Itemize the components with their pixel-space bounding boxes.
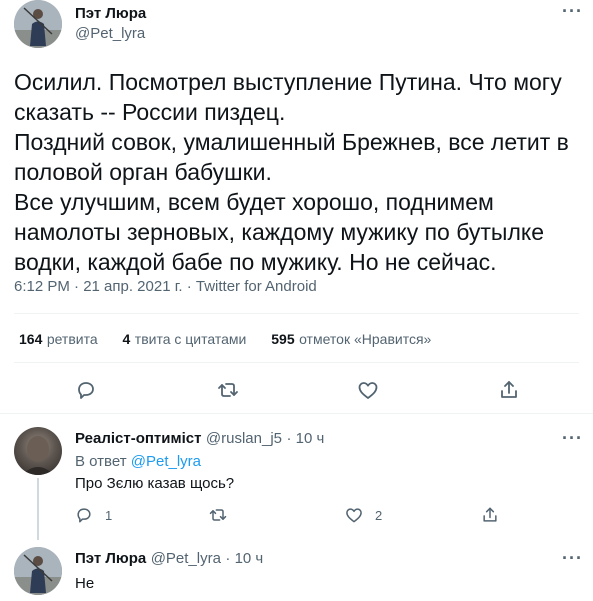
tweet-timestamp[interactable]: 6:12 PM · 21 апр. 2021 г. · Twitter for … xyxy=(14,278,317,295)
reply-time[interactable]: · 10 ч xyxy=(225,550,263,567)
reply-count: 1 xyxy=(105,507,113,523)
tweet-line: Все улучшим, всем будет хорошо, поднимем xyxy=(14,189,494,215)
reply-icon xyxy=(77,508,91,523)
reply-time[interactable]: · 10 ч xyxy=(286,430,324,447)
retweet-icon xyxy=(209,509,227,521)
tweet-line: половой орган бабушки. xyxy=(14,159,272,185)
tweet-line: сказать -- России пиздец. xyxy=(14,99,286,125)
author-handle[interactable]: @Pet_lyra xyxy=(75,25,145,42)
likes-label: отметок «Нравится» xyxy=(299,331,432,347)
reply-reply-button[interactable]: 1 xyxy=(74,505,112,525)
more-options-icon[interactable]: ··· xyxy=(562,549,583,567)
share-icon xyxy=(483,507,497,522)
reply-retweet-button[interactable] xyxy=(208,505,236,525)
like-count: 2 xyxy=(375,507,383,523)
likes-stat[interactable]: 595 отметок «Нравится» xyxy=(271,331,431,348)
author-avatar[interactable] xyxy=(14,0,62,48)
reply-icon xyxy=(78,382,94,399)
like-button[interactable] xyxy=(356,378,380,407)
reply-header: Реаліст-оптиміст @ruslan_j5 · 10 ч xyxy=(75,430,324,448)
tweet-line: водки, каждой бабе по мужику. Но не сейч… xyxy=(14,249,497,275)
quotes-label: твита с цитатами xyxy=(134,331,247,347)
reply-author-avatar[interactable] xyxy=(14,547,62,595)
retweet-button[interactable] xyxy=(216,378,240,407)
divider xyxy=(0,413,593,414)
reply-author-name[interactable]: Реаліст-оптиміст xyxy=(75,430,201,447)
share-button[interactable] xyxy=(497,378,521,407)
retweets-count: 164 xyxy=(19,331,43,347)
divider xyxy=(14,313,579,314)
reply-author-avatar[interactable] xyxy=(14,427,62,475)
tweet-line: Осилил. Посмотрел выступление Путина. Чт… xyxy=(14,69,562,95)
quotes-count: 4 xyxy=(122,331,131,347)
reply-button[interactable] xyxy=(74,378,98,407)
retweet-icon xyxy=(218,383,238,397)
quotes-stat[interactable]: 4 твита с цитатами xyxy=(123,331,251,348)
tweet-line: Поздний совок, умалишенный Брежнев, все … xyxy=(14,129,569,155)
reply-author-handle[interactable]: @Pet_lyra xyxy=(151,550,221,567)
reply-author-name[interactable]: Пэт Люра xyxy=(75,550,146,567)
like-icon xyxy=(358,382,378,399)
reply-text: Не xyxy=(75,575,95,592)
reply-author-handle[interactable]: @ruslan_j5 xyxy=(206,430,282,447)
retweets-label: ретвита xyxy=(46,331,98,347)
reply-text: Про Зєлю казав щось? xyxy=(75,475,235,492)
tweet-text: Осилил. Посмотрел выступление Путина. Чт… xyxy=(14,67,584,277)
avatar-image xyxy=(22,436,54,475)
avatar-image xyxy=(14,0,62,48)
reply-to-line: В ответ @Pet_lyra xyxy=(75,453,201,470)
likes-count: 595 xyxy=(271,331,295,347)
retweets-stat[interactable]: 164 ретвита xyxy=(19,331,102,348)
tweet-stats: 164 ретвита 4 твита с цитатами 595 отмет… xyxy=(19,331,431,349)
divider xyxy=(14,362,579,363)
avatar-image xyxy=(14,547,62,595)
thread-line xyxy=(37,478,39,540)
like-icon xyxy=(346,508,362,523)
reply-to-label: В ответ xyxy=(75,453,127,470)
more-options-icon[interactable]: ··· xyxy=(562,429,583,447)
reply-like-button[interactable]: 2 xyxy=(344,505,382,525)
reply-share-button[interactable] xyxy=(480,505,500,530)
more-options-icon[interactable]: ··· xyxy=(562,2,583,20)
tweet-line: намолоты зерновых, каждому мужику по бут… xyxy=(14,219,544,245)
reply-to-handle[interactable]: @Pet_lyra xyxy=(131,453,201,470)
author-name[interactable]: Пэт Люра xyxy=(75,5,146,22)
share-icon xyxy=(501,381,517,398)
reply-header: Пэт Люра @Pet_lyra · 10 ч xyxy=(75,550,263,568)
